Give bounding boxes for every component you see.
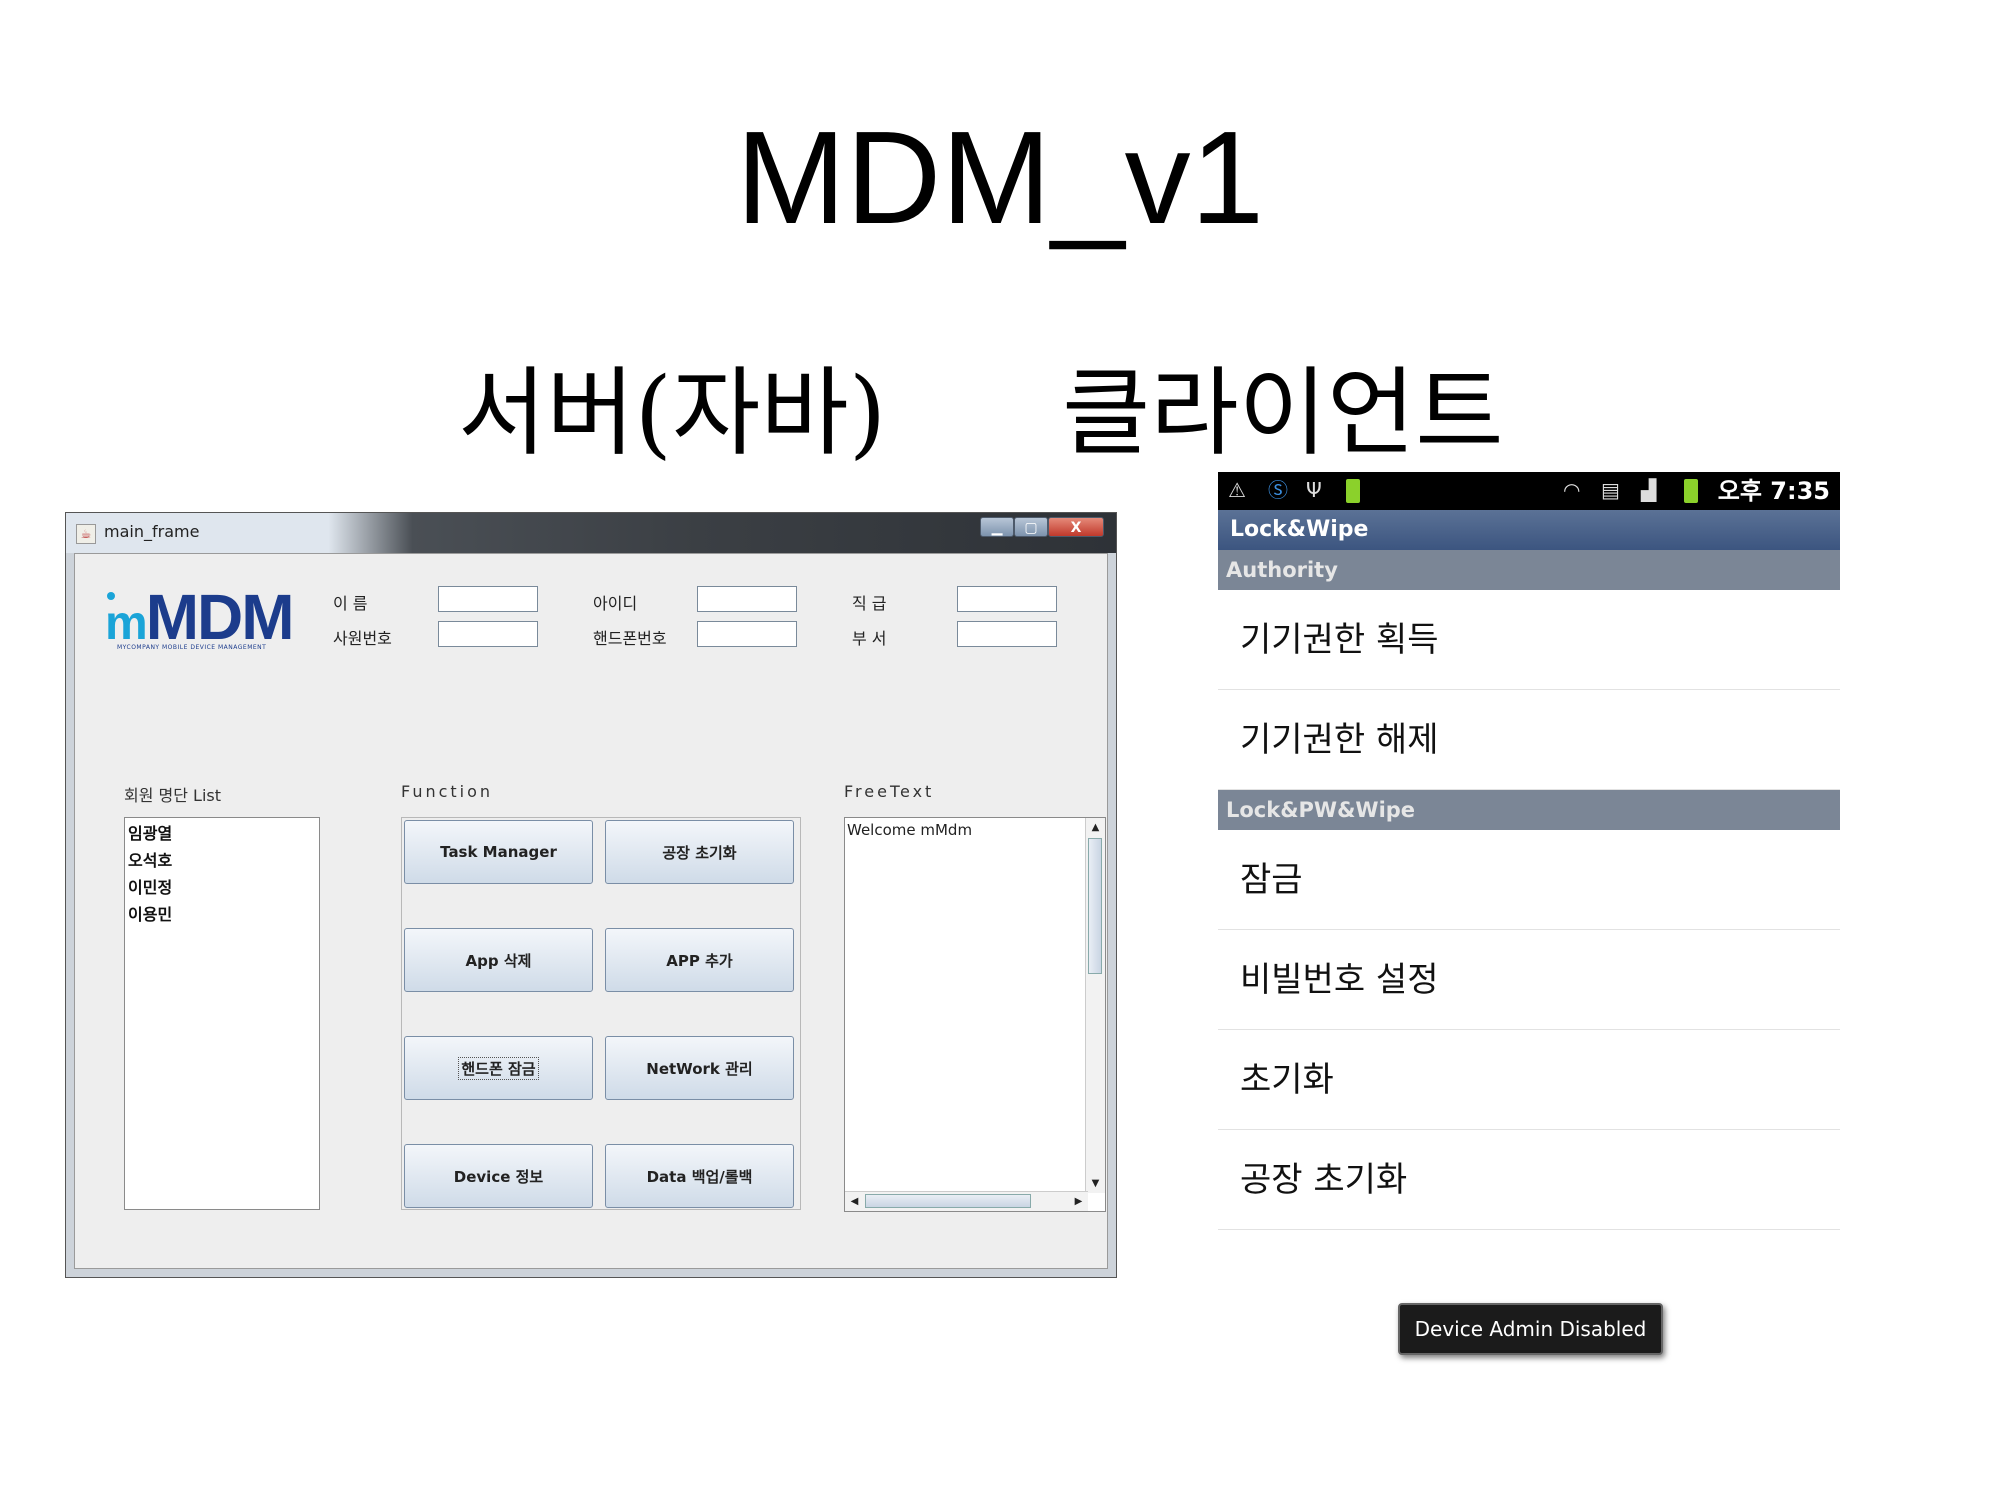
status-bar: ⚠ Ⓢ Ψ ◠ ▤ ▟ 오후 7:35 — [1218, 472, 1840, 510]
list-item[interactable]: 임광열 — [125, 820, 319, 847]
function-heading: Function — [401, 782, 494, 801]
department-label: 부 서 — [852, 629, 887, 648]
name-label: 이 름 — [333, 594, 368, 613]
window-title: main_frame — [104, 522, 200, 541]
battery-icon — [1684, 479, 1698, 503]
category-authority: Authority — [1218, 550, 1840, 590]
window-content: mMDM MYCOMPANY MOBILE DEVICE MANAGEMENT … — [74, 553, 1108, 1269]
freetext-heading: FreeText — [844, 782, 935, 801]
set-password-item[interactable]: 비빌번호 설정 — [1218, 930, 1840, 1030]
factory-reset-button[interactable]: 공장 초기화 — [605, 820, 794, 884]
device-info-button[interactable]: Device 정보 — [404, 1144, 593, 1208]
client-heading: 클라이언트 — [1062, 357, 1504, 469]
department-input[interactable] — [957, 621, 1057, 647]
hscroll-thumb[interactable] — [865, 1194, 1031, 1208]
member-list[interactable]: 임광열 오석호 이민정 이용민 — [124, 817, 320, 1210]
data-backup-button[interactable]: Data 백업/롤백 — [605, 1144, 794, 1208]
vertical-scrollbar[interactable]: ▲ ▼ — [1085, 818, 1105, 1193]
lock-item[interactable]: 잠금 — [1218, 830, 1840, 930]
sim-icon: ▤ — [1601, 478, 1620, 502]
position-input[interactable] — [957, 586, 1057, 612]
list-item[interactable]: 이민정 — [125, 874, 319, 901]
usb-debug-icon: ⚠ — [1228, 478, 1246, 502]
status-time: 오후 7:35 — [1717, 477, 1830, 505]
freetext-area[interactable]: Welcome mMdm ▲ ▼ ◀ ▶ — [844, 817, 1106, 1212]
network-manage-button[interactable]: NetWork 관리 — [605, 1036, 794, 1100]
server-window: ☕ main_frame ▁ ▢ X mMDM MYCOMPANY MOBILE… — [65, 512, 1117, 1278]
acquire-admin-item[interactable]: 기기권한 획득 — [1218, 590, 1840, 690]
phone-no-label: 핸드폰번호 — [593, 629, 667, 648]
employee-no-label: 사원번호 — [333, 629, 392, 648]
freetext-content: Welcome mMdm — [847, 821, 973, 839]
wifi-icon: ◠ — [1563, 478, 1581, 502]
member-list-heading: 회원 명단 List — [124, 786, 222, 805]
phone-no-input[interactable] — [697, 621, 797, 647]
scroll-up-icon[interactable]: ▲ — [1086, 818, 1105, 837]
scroll-right-icon[interactable]: ▶ — [1069, 1192, 1088, 1211]
server-heading: 서버(자바) — [458, 357, 887, 469]
skype-icon: Ⓢ — [1268, 478, 1288, 502]
list-item[interactable]: 오석호 — [125, 847, 319, 874]
logo-drop-icon — [107, 592, 115, 600]
toast-message: Device Admin Disabled — [1398, 1303, 1663, 1355]
app-title-bar: Lock&Wipe — [1218, 510, 1840, 550]
scroll-down-icon[interactable]: ▼ — [1086, 1174, 1105, 1193]
id-input[interactable] — [697, 586, 797, 612]
android-client-screen: ⚠ Ⓢ Ψ ◠ ▤ ▟ 오후 7:35 Lock&Wipe Authority … — [1218, 472, 1840, 1232]
task-manager-button[interactable]: Task Manager — [404, 820, 593, 884]
category-lock-pw-wipe: Lock&PW&Wipe — [1218, 790, 1840, 830]
scroll-left-icon[interactable]: ◀ — [845, 1192, 864, 1211]
app-add-button[interactable]: APP 추가 — [605, 928, 794, 992]
mmdm-logo: mMDM MYCOMPANY MOBILE DEVICE MANAGEMENT — [105, 581, 295, 653]
app-delete-button[interactable]: App 삭제 — [404, 928, 593, 992]
id-label: 아이디 — [593, 594, 638, 613]
wipe-item[interactable]: 초기화 — [1218, 1030, 1840, 1130]
phone-lock-button[interactable]: 핸드폰 잠금 — [404, 1036, 593, 1100]
name-input[interactable] — [438, 586, 538, 612]
close-button[interactable]: X — [1048, 517, 1104, 537]
minimize-button[interactable]: ▁ — [980, 517, 1014, 537]
slide-title: MDM_v1 — [735, 104, 1265, 251]
list-item[interactable]: 이용민 — [125, 901, 319, 928]
employee-no-input[interactable] — [438, 621, 538, 647]
window-titlebar[interactable]: ☕ main_frame ▁ ▢ X — [66, 513, 1116, 553]
usb-icon: Ψ — [1306, 478, 1322, 502]
signal-icon: ▟ — [1641, 478, 1657, 502]
scroll-thumb[interactable] — [1088, 838, 1102, 974]
maximize-button[interactable]: ▢ — [1014, 517, 1048, 537]
java-icon: ☕ — [76, 524, 96, 544]
function-panel: Task Manager 공장 초기화 App 삭제 APP 추가 핸드폰 잠금… — [401, 817, 801, 1210]
horizontal-scrollbar[interactable]: ◀ ▶ — [845, 1191, 1088, 1211]
factory-reset-item[interactable]: 공장 초기화 — [1218, 1130, 1840, 1230]
position-label: 직 급 — [852, 594, 887, 613]
release-admin-item[interactable]: 기기권한 해제 — [1218, 690, 1840, 790]
battery-icon — [1346, 479, 1360, 503]
